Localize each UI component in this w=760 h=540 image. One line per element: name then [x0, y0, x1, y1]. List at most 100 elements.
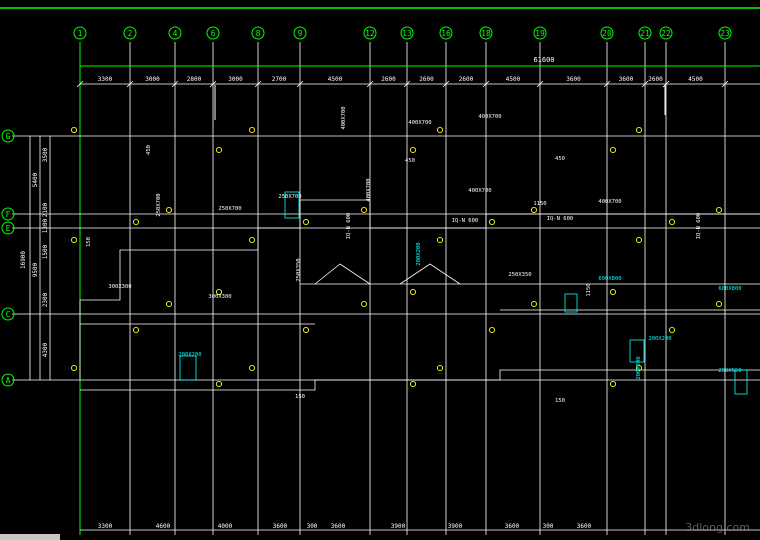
model-tab[interactable]	[0, 534, 60, 540]
roof-slope	[314, 263, 371, 285]
column-size-label: 1150	[586, 283, 592, 296]
column-marker	[635, 236, 643, 244]
column-size-label: 400X700	[598, 199, 621, 205]
column-marker	[302, 218, 310, 226]
watermark: 3dlong.com	[685, 521, 750, 534]
column-marker	[70, 126, 78, 134]
axis-label-A: A	[6, 376, 11, 385]
column-marker	[360, 300, 368, 308]
axis-label-23: 23	[720, 29, 730, 38]
column-size-label: 200X200	[648, 336, 671, 342]
column-marker	[302, 326, 310, 334]
axis-label-G: G	[6, 132, 11, 141]
column-size-label: 200X200	[178, 352, 201, 358]
column-size-label: 200X200	[636, 356, 642, 379]
column-size-label: 250X550	[718, 368, 741, 374]
axis-label-2: 2	[128, 29, 133, 38]
top-spacing: 2600	[419, 76, 434, 83]
column-marker	[409, 380, 417, 388]
bottom-spacing: 3900	[448, 523, 463, 530]
bottom-spacing: 3300	[98, 523, 113, 530]
annotation-box	[179, 355, 197, 381]
column-marker	[248, 236, 256, 244]
top-spacing: 2800	[187, 76, 202, 83]
column-marker	[436, 364, 444, 372]
column-marker	[436, 126, 444, 134]
column-marker	[360, 206, 368, 214]
column-size-label: 300X300	[208, 294, 231, 300]
column-size-label: 450	[146, 145, 152, 155]
axis-label-1: 1	[78, 29, 83, 38]
top-spacing: 3000	[228, 76, 243, 83]
column-marker	[248, 364, 256, 372]
axis-label-12: 12	[365, 29, 375, 38]
axis-label-C: C	[6, 310, 11, 319]
column-size-label: 600X800	[598, 276, 621, 282]
axis-label-F: F	[6, 210, 11, 219]
column-size-label: 250X700	[156, 193, 162, 216]
column-marker	[409, 146, 417, 154]
left-dimension: 16900	[20, 251, 27, 269]
axis-label-6: 6	[211, 29, 216, 38]
column-marker	[530, 300, 538, 308]
left-dimension: 5400	[32, 172, 39, 187]
top-spacing: 3600	[566, 76, 581, 83]
column-markers: 400X700 400X700 400X700 400X700 400X700 400X7…	[70, 106, 748, 404]
column-size-label: 250X700	[278, 194, 301, 200]
column-marker	[409, 288, 417, 296]
axis-label-8: 8	[256, 29, 261, 38]
bottom-spacing: 3600	[273, 523, 288, 530]
axis-label-4: 4	[173, 29, 178, 38]
column-marker	[488, 218, 496, 226]
top-spacing: 4500	[328, 76, 343, 83]
top-spacing: 3300	[98, 76, 113, 83]
column-marker	[132, 326, 140, 334]
column-marker	[530, 206, 538, 214]
left-dimension: 9500	[32, 262, 39, 277]
axis-label-E: E	[6, 224, 11, 233]
annotation-box	[564, 293, 578, 313]
axis-label-21: 21	[640, 29, 650, 38]
axis-label-16: 16	[441, 29, 451, 38]
column-marker	[715, 206, 723, 214]
top-spacing: 3000	[145, 76, 160, 83]
left-dimension: 2100	[42, 202, 49, 217]
top-spacing: 2600	[648, 76, 663, 83]
left-dimension: 4300	[42, 342, 49, 357]
top-spacing: 2600	[459, 76, 474, 83]
column-size-label: 250X350	[508, 272, 531, 278]
column-size-label: 400X700	[468, 188, 491, 194]
axis-label-22: 22	[661, 29, 671, 38]
column-size-label: 400X700	[366, 178, 372, 201]
column-marker	[635, 126, 643, 134]
column-size-label: 200X200	[416, 242, 422, 265]
bottom-spacing: 3600	[577, 523, 592, 530]
bottom-spacing: 300	[307, 523, 318, 530]
column-size-label: 450	[555, 156, 565, 162]
axis-label-18: 18	[481, 29, 491, 38]
column-marker	[488, 326, 496, 334]
left-dimension: 1300	[42, 218, 49, 233]
column-size-label: 150	[555, 398, 565, 404]
column-size-label: IQ-N 600	[696, 213, 702, 240]
column-marker	[668, 218, 676, 226]
structural-plan	[79, 85, 760, 391]
left-dimension: 1500	[42, 244, 49, 259]
left-dimension: 3500	[42, 147, 49, 162]
column-marker	[609, 146, 617, 154]
column-marker	[715, 300, 723, 308]
overall-dimension: 61600	[533, 56, 554, 64]
axis-label-20: 20	[602, 29, 612, 38]
column-size-label: 450	[405, 158, 415, 164]
column-size-label: 250X700	[218, 206, 241, 212]
column-marker	[70, 364, 78, 372]
column-size-label: 300X300	[108, 284, 131, 290]
column-size-label: 600X800	[718, 286, 741, 292]
column-marker	[609, 288, 617, 296]
cad-drawing: 616003300 3000 2800 3000 2700 4500 2600 2600 260…	[0, 7, 760, 535]
column-size-label: 250X350	[296, 258, 302, 281]
top-spacing: 3600	[619, 76, 634, 83]
column-size-label: IQ-N 600	[346, 213, 352, 240]
axis-label-13: 13	[402, 29, 412, 38]
bottom-spacing: 3900	[391, 523, 406, 530]
